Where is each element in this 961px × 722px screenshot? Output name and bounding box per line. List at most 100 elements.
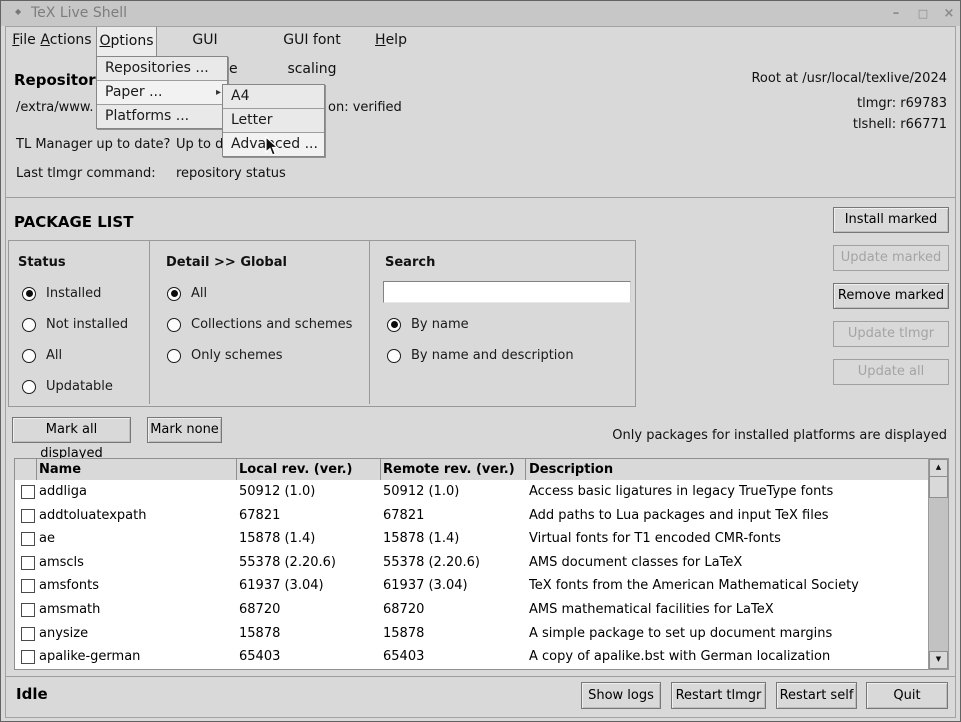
radio-label: By name and description (411, 348, 574, 363)
package-table: Name Local rev. (ver.) Remote rev. (ver.… (14, 458, 929, 670)
radio-by-name-description-icon (387, 349, 401, 363)
menu-options[interactable]: Options (96, 26, 157, 56)
row-checkbox[interactable] (21, 603, 35, 617)
table-row[interactable]: amsmath 68720 68720 AMS mathematical fac… (15, 598, 928, 622)
minimize-icon[interactable]: – (886, 5, 906, 23)
cell-remote-rev: 61937 (3.04) (383, 574, 468, 598)
menu-item-repositories[interactable]: Repositories ... (97, 57, 227, 81)
radio-updatable[interactable]: Updatable (22, 379, 113, 394)
table-row[interactable]: amscls 55378 (2.20.6) 55378 (2.20.6) AMS… (15, 551, 928, 575)
quit-button[interactable]: Quit (866, 682, 948, 709)
scroll-down-icon[interactable]: ▼ (929, 651, 948, 669)
table-scrollbar[interactable]: ▲ ▼ (928, 458, 949, 670)
submenu-item-a4[interactable]: A4 (223, 85, 324, 109)
status-filter-label: Status (18, 255, 66, 270)
cell-description: Add paths to Lua packages and input TeX … (529, 504, 829, 528)
radio-only-schemes[interactable]: Only schemes (167, 348, 283, 363)
remove-marked-button[interactable]: Remove marked (833, 283, 949, 309)
table-row[interactable]: addliga 50912 (1.0) 50912 (1.0) Access b… (15, 480, 928, 504)
package-list-heading: PACKAGE LIST (14, 213, 133, 231)
cell-name: amscls (39, 551, 84, 575)
radio-all-status[interactable]: All (22, 348, 62, 363)
repository-verification: on: verified (328, 100, 402, 115)
col-local-rev[interactable]: Local rev. (ver.) (239, 459, 352, 480)
cell-remote-rev: 67821 (383, 504, 424, 528)
radio-by-name-description[interactable]: By name and description (387, 348, 574, 363)
col-remote-rev[interactable]: Remote rev. (ver.) (383, 459, 515, 480)
cell-description: AMS mathematical facilities for LaTeX (529, 598, 774, 622)
maximize-icon[interactable]: □ (913, 5, 933, 23)
cell-description: Virtual fonts for T1 encoded CMR-fonts (529, 527, 781, 551)
scroll-up-icon[interactable]: ▲ (929, 459, 948, 477)
cell-local-rev: 68720 (239, 598, 280, 622)
radio-all-status-icon (22, 349, 36, 363)
cell-description: A simple package to set up document marg… (529, 622, 832, 646)
row-checkbox[interactable] (21, 650, 35, 664)
menu-file[interactable]: File (8, 26, 40, 55)
lastcmd-label: Last tlmgr command: (16, 166, 156, 181)
menu-item-paper[interactable]: Paper ...▸ (97, 81, 227, 105)
close-icon[interactable]: × (939, 5, 959, 23)
row-checkbox[interactable] (21, 532, 35, 546)
scrollbar-thumb[interactable] (929, 476, 948, 498)
radio-collections-schemes[interactable]: Collections and schemes (167, 317, 352, 332)
menu-help[interactable]: Help (372, 26, 410, 55)
statusbar-divider (6, 676, 955, 677)
radio-installed-icon (22, 287, 36, 301)
submenu-item-letter[interactable]: Letter (223, 109, 324, 133)
radio-label: By name (411, 317, 469, 332)
cell-name: ae (39, 527, 55, 551)
cell-name: amsfonts (39, 574, 99, 598)
row-checkbox[interactable] (21, 556, 35, 570)
table-row[interactable]: ae 15878 (1.4) 15878 (1.4) Virtual fonts… (15, 527, 928, 551)
search-input[interactable] (383, 281, 631, 303)
filters-divider-2 (369, 241, 370, 404)
radio-by-name[interactable]: By name (387, 317, 469, 332)
tlmgr-revision: tlmgr: r69783 (857, 96, 947, 111)
menu-gui-language[interactable]: GUI language (159, 26, 251, 55)
status-text: Idle (16, 685, 48, 703)
restart-tlmgr-button[interactable]: Restart tlmgr (671, 682, 766, 709)
radio-only-schemes-icon (167, 349, 181, 363)
radio-label: Updatable (46, 379, 113, 394)
table-row[interactable]: anysize 15878 15878 A simple package to … (15, 622, 928, 646)
mark-all-displayed-button[interactable]: Mark all displayed (12, 417, 131, 443)
radio-label: All (191, 286, 207, 301)
col-name[interactable]: Name (39, 459, 81, 480)
row-checkbox[interactable] (21, 485, 35, 499)
install-marked-button[interactable]: Install marked (833, 207, 949, 233)
menu-actions[interactable]: Actions (40, 26, 92, 55)
row-checkbox[interactable] (21, 509, 35, 523)
radio-label: Not installed (46, 317, 128, 332)
radio-installed[interactable]: Installed (22, 286, 101, 301)
cell-local-rev: 15878 (1.4) (239, 527, 315, 551)
cell-name: addliga (39, 480, 87, 504)
menu-item-label: Paper ... (105, 84, 162, 100)
update-tlmgr-button: Update tlmgr (833, 321, 949, 347)
show-logs-button[interactable]: Show logs (581, 682, 661, 709)
cell-local-rev: 65403 (239, 645, 280, 669)
menu-item-platforms[interactable]: Platforms ... (97, 105, 227, 128)
cell-name: apalike-german (39, 645, 140, 669)
filters-divider-1 (149, 241, 150, 404)
table-row[interactable]: apalike-german 65403 65403 A copy of apa… (15, 645, 928, 669)
cell-local-rev: 50912 (1.0) (239, 480, 315, 504)
radio-detail-all-icon (167, 287, 181, 301)
app-icon: ◆ (15, 7, 21, 16)
mark-none-button[interactable]: Mark none (147, 417, 222, 443)
detail-filter-label: Detail >> Global (166, 255, 287, 270)
options-dropdown-menu: Repositories ... Paper ...▸ Platforms ..… (96, 56, 228, 129)
row-checkbox[interactable] (21, 627, 35, 641)
repository-heading: Repository (14, 71, 106, 89)
table-row[interactable]: addtoluatexpath 67821 67821 Add paths to… (15, 504, 928, 528)
col-description[interactable]: Description (529, 459, 613, 480)
menu-gui-font-scaling[interactable]: GUI font scaling (257, 26, 367, 55)
cell-name: anysize (39, 622, 88, 646)
restart-self-button[interactable]: Restart self (776, 682, 857, 709)
radio-not-installed[interactable]: Not installed (22, 317, 128, 332)
cell-remote-rev: 15878 (383, 622, 424, 646)
row-checkbox[interactable] (21, 579, 35, 593)
radio-detail-all[interactable]: All (167, 286, 207, 301)
table-row[interactable]: amsfonts 61937 (3.04) 61937 (3.04) TeX f… (15, 574, 928, 598)
mouse-cursor (265, 136, 280, 161)
